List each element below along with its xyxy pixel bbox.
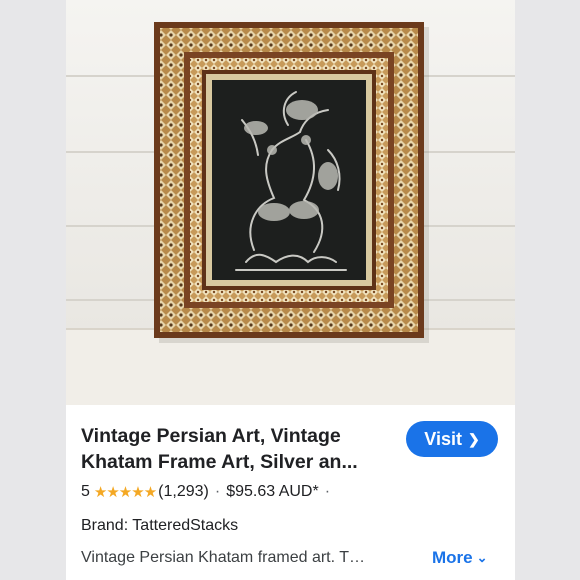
price: $95.63 AUD* [226,483,319,500]
visit-button[interactable]: Visit ❯ [406,421,498,457]
chevron-down-icon: ⌄ [476,550,488,565]
product-card[interactable]: Vintage Persian Art, Vintage Khatam Fram… [66,0,515,580]
framed-art-photo [66,0,515,405]
more-button-label: More [432,548,473,567]
separator-dot-trailing: · [324,483,331,500]
review-count[interactable]: (1,293) [158,483,209,501]
rating-value: 5 [81,483,90,500]
background-left [0,0,66,580]
rating-price-row: 5 ★★★★★ (1,293) · $95.63 AUD* · [81,483,336,501]
product-image[interactable] [66,0,515,405]
separator-dot: · [214,483,221,500]
visit-button-label: Visit [424,428,462,449]
brand-label: Brand: TatteredStacks [81,517,239,534]
more-button[interactable]: More ⌄ [432,548,488,568]
background-right [515,0,580,580]
chevron-right-icon: ❯ [467,431,480,447]
star-rating-icon: ★★★★★ [93,484,157,501]
product-title[interactable]: Vintage Persian Art, Vintage Khatam Fram… [81,423,391,475]
product-description: Vintage Persian Khatam framed art. T… [81,549,365,566]
